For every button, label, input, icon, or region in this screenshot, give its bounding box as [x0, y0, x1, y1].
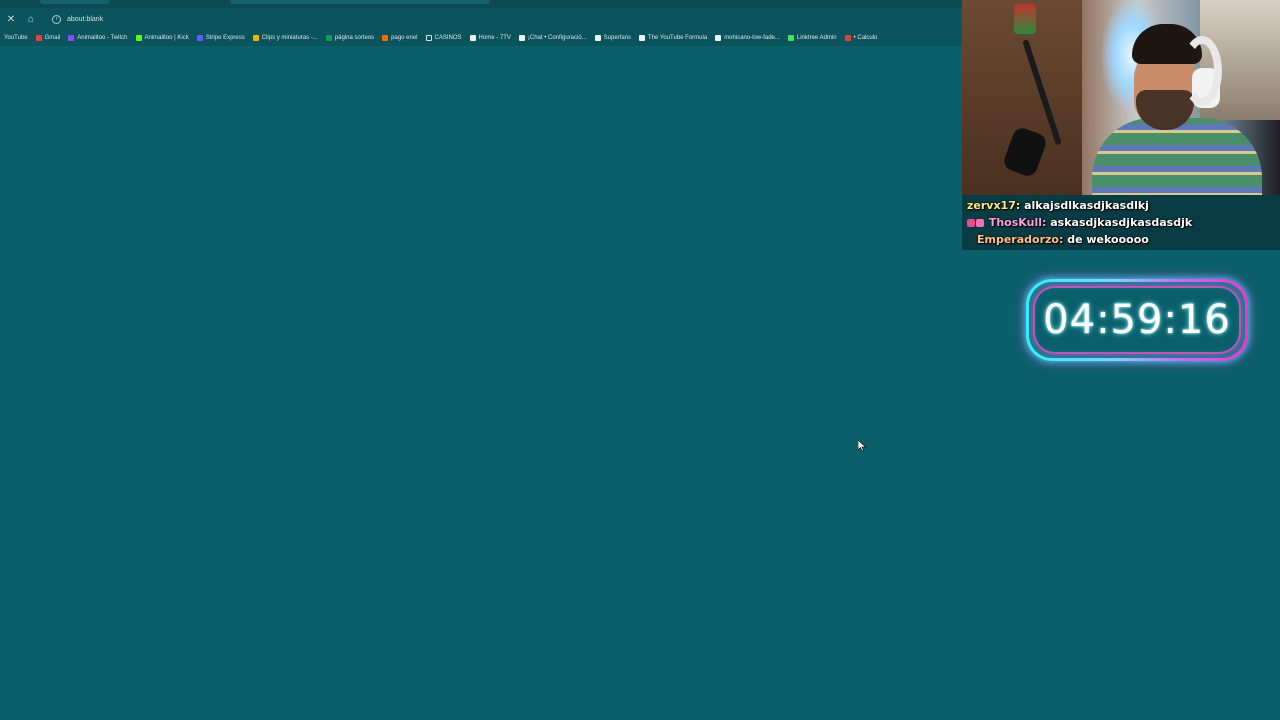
bookmark-label: Animalitoo | Kick [144, 35, 189, 41]
kick-icon [135, 35, 142, 41]
bookmark-item[interactable]: Animalitoo - Twitch [64, 31, 131, 45]
chat-icon [518, 35, 525, 41]
tab[interactable] [230, 0, 490, 4]
bookmark-label: Stripe Express [205, 35, 245, 41]
linktree-icon [787, 35, 794, 41]
badge-icon [967, 219, 975, 227]
url-text[interactable]: about:blank [67, 16, 103, 23]
chat-text: askasdjkasdjkasdasdjk [1050, 216, 1193, 229]
gmail-icon [35, 35, 42, 41]
bookmark-label: página sorteos [334, 35, 375, 41]
bookmark-label: Clips y miniaturas -... [261, 35, 318, 41]
globe-icon [594, 35, 601, 41]
drive-icon [252, 35, 259, 41]
bookmark-item[interactable]: YouTube [0, 31, 32, 45]
chrome-icon [844, 35, 851, 41]
bookmark-item[interactable]: Home - 7TV [466, 31, 515, 45]
address-bar[interactable]: i about:blank [46, 11, 946, 27]
webcam-overlay [962, 0, 1280, 195]
streamer [1082, 18, 1262, 195]
bookmark-item[interactable]: página sorteos [322, 31, 378, 45]
bookmark-label: Home - 7TV [478, 35, 511, 41]
bookmark-item[interactable]: Stripe Express [193, 31, 249, 45]
home-icon[interactable]: ⌂ [22, 10, 40, 28]
info-icon[interactable]: i [52, 14, 61, 24]
chat-message: Emperadorzo: de wekooooo [977, 233, 1149, 246]
bookmark-item[interactable]: ¡Chat • Configuració... [515, 31, 591, 45]
bookmark-label: ¡Chat • Configuració... [527, 35, 587, 41]
stripe-icon [196, 35, 203, 41]
bookmark-item[interactable]: CASINOS [422, 31, 466, 45]
globe-icon [715, 35, 722, 41]
bookmark-label: Linktree Admin [796, 35, 837, 41]
bookmark-label: mohicano-low-fade... [724, 35, 780, 41]
bookmark-label: Gmail [44, 35, 61, 41]
tab[interactable] [40, 0, 110, 4]
bookmark-label: The YouTube Formula [648, 35, 708, 41]
bookmark-item[interactable]: Superfans [591, 31, 635, 45]
bookmark-label: Animalitoo - Twitch [77, 35, 128, 41]
chat-overlay: zervx17: alkajsdlkasdjkasdlkj ThosKull: … [962, 195, 1280, 250]
chat-username: Emperadorzo [977, 233, 1059, 246]
enel-icon [382, 35, 389, 41]
globe-icon [639, 35, 646, 41]
heart-badge-icon [976, 219, 984, 227]
tab-strip [0, 0, 962, 8]
bookmarks-bar: YouTube Gmail Animalitoo - Twitch Animalito… [0, 30, 962, 46]
chat-text: alkajsdlkasdjkasdlkj [1024, 199, 1149, 212]
mouse-cursor-icon [858, 440, 866, 452]
bookmark-item[interactable]: • Calculo [841, 31, 882, 45]
bookmark-item[interactable]: pago enel [378, 31, 421, 45]
bookmark-item[interactable]: Clips y miniaturas -... [249, 31, 322, 45]
microphone-icon [1001, 39, 1062, 179]
headphones-icon [1182, 36, 1222, 106]
timer-value: 04:59:16 [1043, 297, 1231, 343]
folder-icon [425, 35, 432, 41]
countdown-timer: 04:59:16 [1026, 279, 1248, 361]
sheets-icon [325, 35, 332, 41]
bookmark-label: Superfans [603, 35, 632, 41]
chat-text: de wekooooo [1067, 233, 1149, 246]
bookmark-item[interactable]: Gmail [32, 31, 65, 45]
bookmark-item[interactable]: The YouTube Formula [635, 31, 711, 45]
bookmark-label: pago enel [391, 35, 418, 41]
7tv-icon [469, 35, 476, 41]
address-bar-row: ✕ ⌂ i about:blank [0, 8, 962, 30]
chat-username: zervx17 [967, 199, 1016, 212]
chat-message: zervx17: alkajsdlkasdjkasdlkj [967, 199, 1149, 212]
bookmark-label: • Calculo [853, 35, 878, 41]
bookmark-label: YouTube [4, 35, 28, 41]
bookmark-label: CASINOS [434, 35, 462, 41]
close-icon[interactable]: ✕ [2, 10, 20, 28]
christmas-stocking [1014, 4, 1036, 34]
bookmark-item[interactable]: mohicano-low-fade... [711, 31, 784, 45]
chat-message: ThosKull: askasdjkasdjkasdasdjk [967, 214, 1275, 231]
bookmark-item[interactable]: Linktree Admin [784, 31, 841, 45]
chat-username: ThosKull [988, 216, 1042, 229]
twitch-icon [68, 35, 75, 41]
bookmark-item[interactable]: Animalitoo | Kick [132, 31, 193, 45]
